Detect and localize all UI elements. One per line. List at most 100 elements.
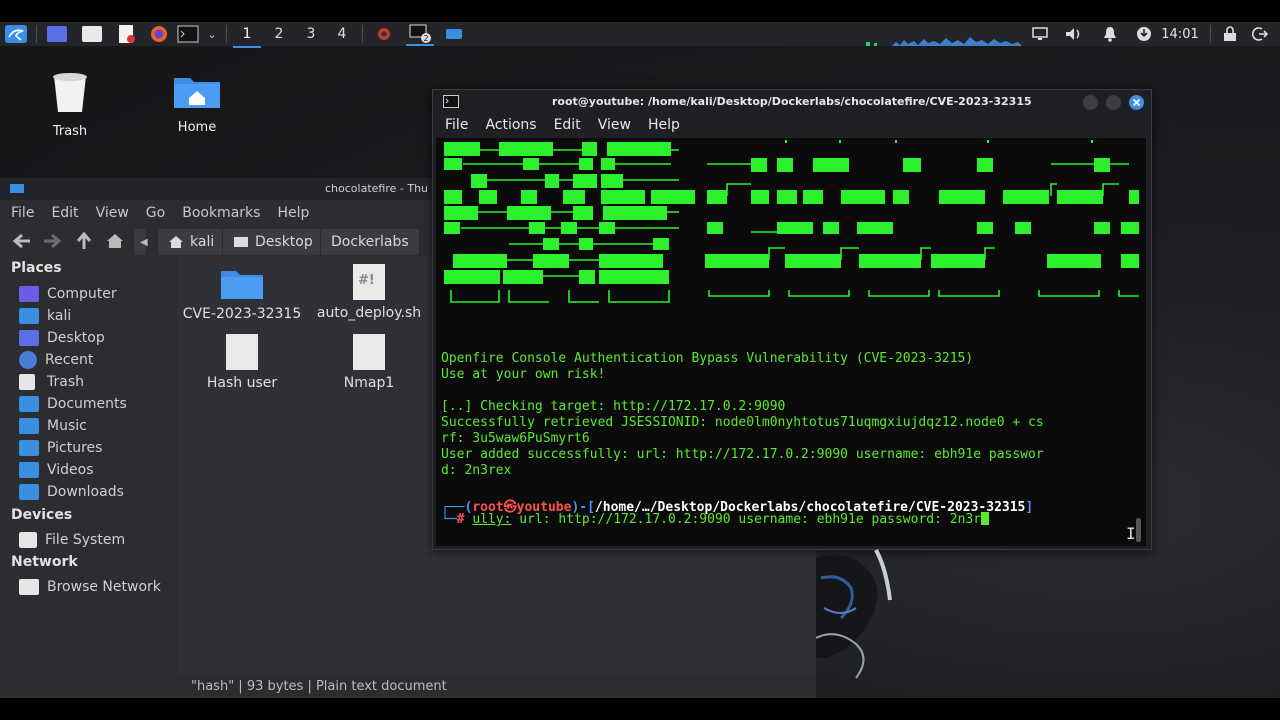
sidebar-item-label: Videos [47, 462, 94, 478]
svg-text:2: 2 [424, 34, 429, 43]
back-arrow-icon[interactable] [12, 232, 32, 250]
shell-command-line[interactable]: └─# ully: url: http://172.17.0.2:9090 us… [441, 512, 990, 527]
drive-icon [19, 532, 37, 548]
sidebar-item-browse-network[interactable]: Browse Network [19, 576, 161, 598]
workspace-3[interactable]: 3 [297, 22, 325, 46]
sidebar-item-trash[interactable]: Trash [19, 371, 84, 393]
breadcrumb-kali[interactable]: kali [157, 228, 226, 256]
network-status-icon[interactable] [1134, 22, 1154, 46]
desktop-icon-trash[interactable]: Trash [20, 70, 120, 139]
minimize-button[interactable] [1083, 95, 1098, 110]
display-icon[interactable] [1030, 22, 1050, 46]
terminal-line: d: 2n3rex [441, 463, 512, 478]
cpu-graph-icon [866, 37, 1022, 46]
letterbox-top [0, 0, 1280, 22]
sidebar-item-recent[interactable]: Recent [19, 349, 93, 371]
menu-bookmarks[interactable]: Bookmarks [182, 205, 260, 221]
menu-help[interactable]: Help [277, 205, 309, 221]
terminal-window: root@youtube: /home/kali/Desktop/Dockerl… [432, 89, 1152, 550]
terminal-menubar: File Actions Edit View Help [433, 114, 1151, 136]
terminal-scrollbar[interactable] [1136, 518, 1141, 542]
home-folder-icon [19, 308, 39, 324]
file-item[interactable]: #! auto_deploy.sh [304, 264, 434, 321]
status-text: "hash" | 93 bytes | Plain text document [191, 679, 447, 694]
text-file-icon [353, 334, 385, 370]
menu-edit[interactable]: Edit [51, 205, 78, 221]
breadcrumb-desktop[interactable]: Desktop [222, 228, 324, 256]
sidebar-item-desktop[interactable]: Desktop [19, 327, 105, 349]
breadcrumb-scroll-left[interactable]: ◀ [133, 228, 148, 256]
sidebar-item-label: File System [45, 532, 126, 548]
menu-go[interactable]: Go [146, 205, 165, 221]
videos-folder-icon [19, 462, 39, 478]
terminal-line: Use at your own risk! [441, 367, 606, 382]
sidebar-item-videos[interactable]: Videos [19, 459, 94, 481]
menu-edit[interactable]: Edit [554, 117, 581, 133]
menu-actions[interactable]: Actions [485, 117, 536, 133]
menu-file[interactable]: File [445, 117, 468, 133]
desktop-icon-label: Home [177, 120, 217, 135]
script-file-icon: #! [353, 264, 385, 300]
chevron-down-icon[interactable]: ⌄ [203, 22, 221, 46]
file-manager-launcher-icon[interactable] [80, 22, 104, 46]
pictures-folder-icon [19, 440, 39, 456]
network-icon [19, 579, 39, 595]
file-manager-sidebar: Places Computer kali Desktop Recent Tras… [0, 256, 176, 698]
sidebar-item-documents[interactable]: Documents [19, 393, 127, 415]
sidebar-item-label: Documents [47, 396, 127, 412]
workspace-1[interactable]: 1 [233, 22, 261, 48]
workspace-4[interactable]: 4 [328, 22, 356, 46]
sidebar-item-label: Desktop [47, 330, 105, 346]
workspace-2[interactable]: 2 [265, 22, 293, 46]
notifications-bell-icon[interactable] [1100, 22, 1120, 46]
file-manager-title: chocolatefire - Thu [325, 182, 429, 195]
home-icon [169, 236, 183, 248]
taskbar-app-icon[interactable] [372, 22, 396, 46]
taskbar-terminal-button[interactable]: 2 [406, 22, 434, 46]
chevron-left-icon: ◀ [140, 236, 148, 248]
text-cursor [981, 512, 990, 525]
lock-icon[interactable] [1220, 22, 1240, 46]
letterbox-bottom [0, 698, 1280, 720]
file-item[interactable]: Nmap1 [304, 334, 434, 391]
desktop-icon-home[interactable]: Home [147, 74, 247, 135]
file-item[interactable]: CVE-2023-32315 [177, 268, 307, 322]
terminal-titlebar[interactable]: root@youtube: /home/kali/Desktop/Dockerl… [433, 90, 1151, 114]
volume-icon[interactable] [1064, 22, 1084, 46]
sidebar-item-pictures[interactable]: Pictures [19, 437, 102, 459]
file-item[interactable]: Hash user [177, 334, 307, 391]
sidebar-item-computer[interactable]: Computer [19, 283, 117, 305]
taskbar-file-manager-button[interactable] [442, 22, 466, 46]
terminal-line: Openfire Console Authentication Bypass V… [441, 351, 974, 366]
sidebar-item-label: Recent [45, 352, 94, 368]
firefox-launcher-icon[interactable] [147, 22, 171, 46]
breadcrumb-label: Dockerlabs [331, 234, 409, 250]
maximize-button[interactable] [1106, 95, 1121, 110]
sidebar-section-network: Network [11, 554, 78, 570]
terminal-output[interactable]: Openfire Console Authentication Bypass V… [436, 138, 1146, 546]
desktop-icon [19, 330, 39, 346]
show-desktop-icon[interactable] [45, 22, 69, 46]
up-arrow-icon[interactable] [74, 232, 94, 250]
clock[interactable]: 14:01 [1158, 22, 1202, 46]
home-icon[interactable] [105, 232, 125, 250]
trash-icon [19, 374, 35, 390]
close-button[interactable] [1129, 95, 1144, 110]
terminal-app-icon [443, 95, 459, 108]
terminal-launcher-icon[interactable] [176, 22, 200, 46]
sidebar-item-file-system[interactable]: File System [19, 529, 125, 551]
menu-view[interactable]: View [598, 117, 631, 133]
menu-help[interactable]: Help [648, 117, 680, 133]
menu-file[interactable]: File [11, 205, 34, 221]
sidebar-item-downloads[interactable]: Downloads [19, 481, 124, 503]
menu-view[interactable]: View [96, 205, 129, 221]
breadcrumb-dockerlabs[interactable]: Dockerlabs [320, 228, 420, 256]
logout-icon[interactable] [1250, 22, 1270, 46]
sidebar-item-kali[interactable]: kali [19, 305, 71, 327]
kali-menu-icon[interactable] [2, 22, 30, 46]
text-editor-launcher-icon[interactable] [114, 22, 138, 46]
forward-arrow-icon[interactable] [42, 232, 62, 250]
sidebar-item-music[interactable]: Music [19, 415, 87, 437]
ibeam-cursor-icon: I [1126, 524, 1136, 543]
music-folder-icon [19, 418, 39, 434]
